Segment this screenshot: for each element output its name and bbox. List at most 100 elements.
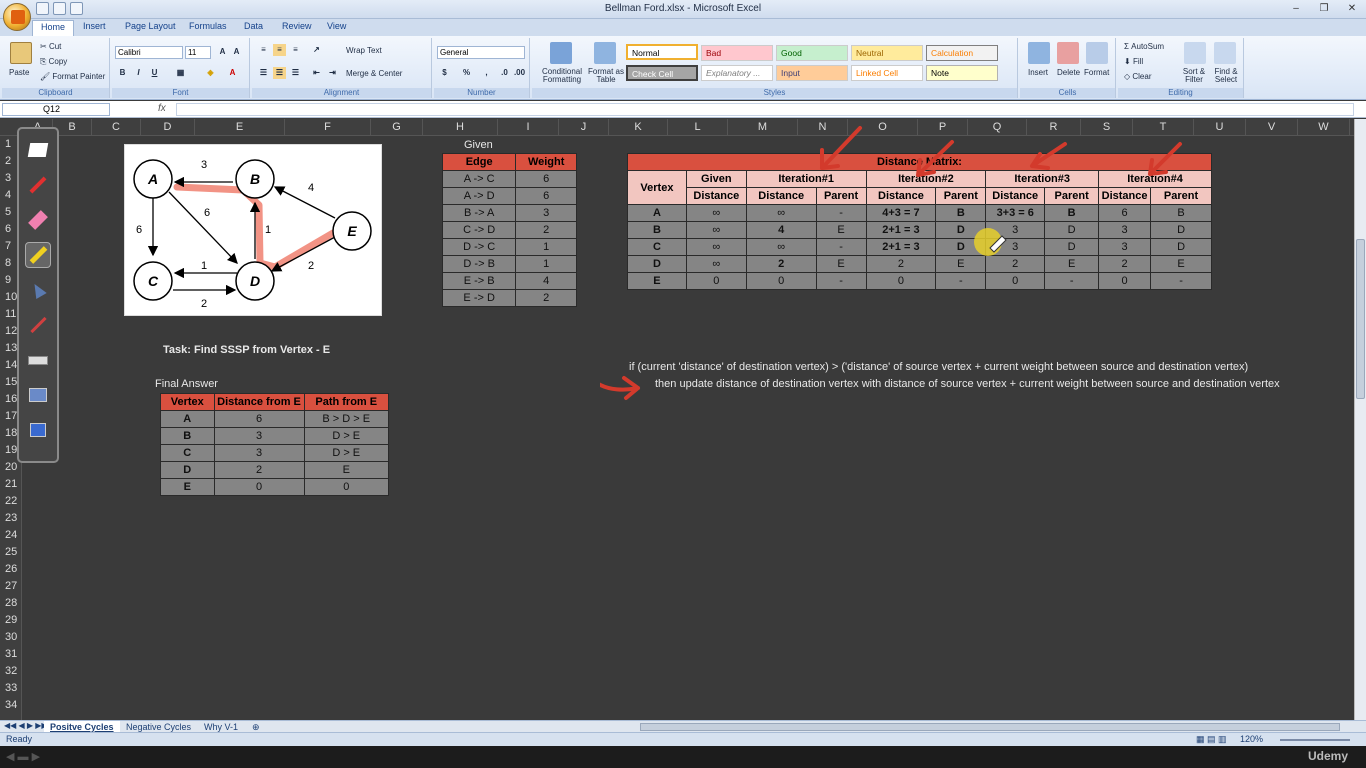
horizontal-scrollbar[interactable] bbox=[640, 723, 1340, 731]
fx-icon[interactable]: fx bbox=[158, 103, 166, 114]
keyboard-icon[interactable] bbox=[25, 347, 51, 373]
column-header-u[interactable]: U bbox=[1194, 119, 1246, 136]
column-header-v[interactable]: V bbox=[1246, 119, 1298, 136]
sheet-nav-icon[interactable]: ◀◀ ◀ ▶ ▶▶ bbox=[4, 721, 48, 730]
column-header-h[interactable]: H bbox=[423, 119, 498, 136]
row-header[interactable]: 25 bbox=[0, 544, 22, 561]
align-top-icon[interactable]: ≡ bbox=[257, 44, 270, 56]
row-header[interactable]: 23 bbox=[0, 510, 22, 527]
align-left-icon[interactable]: ☰ bbox=[257, 67, 270, 79]
insert-cells-icon[interactable] bbox=[1028, 42, 1050, 64]
tab-review[interactable]: Review bbox=[282, 21, 312, 31]
style-calculation[interactable]: Calculation bbox=[926, 45, 998, 61]
zoom-level[interactable]: 120% bbox=[1240, 734, 1263, 744]
autosum-button[interactable]: Σ AutoSum bbox=[1124, 42, 1164, 51]
italic-button[interactable]: I bbox=[132, 67, 145, 79]
column-header-i[interactable]: I bbox=[498, 119, 559, 136]
column-header-w[interactable]: W bbox=[1298, 119, 1350, 136]
select-pen-tool-icon[interactable] bbox=[25, 137, 51, 163]
row-header[interactable]: 21 bbox=[0, 476, 22, 493]
pointer-icon[interactable] bbox=[25, 277, 51, 303]
fill-button[interactable]: ⬇ Fill bbox=[1124, 57, 1143, 66]
paste-button[interactable]: Paste bbox=[9, 68, 29, 77]
row-header[interactable]: 34 bbox=[0, 697, 22, 714]
format-as-table-icon[interactable] bbox=[594, 42, 616, 64]
fill-color-icon[interactable]: ◈ bbox=[204, 67, 217, 79]
tab-formulas[interactable]: Formulas bbox=[189, 21, 227, 31]
delete-cells-button[interactable]: Delete bbox=[1057, 68, 1080, 77]
font-size-select[interactable]: 11 bbox=[185, 46, 211, 59]
align-middle-icon[interactable]: ≡ bbox=[273, 44, 286, 56]
restore-button[interactable]: ❐ bbox=[1310, 0, 1338, 17]
format-cells-button[interactable]: Format bbox=[1084, 68, 1109, 77]
currency-icon[interactable]: $ bbox=[438, 67, 451, 79]
insert-cells-button[interactable]: Insert bbox=[1028, 68, 1048, 77]
style-bad[interactable]: Bad bbox=[701, 45, 773, 61]
tab-insert[interactable]: Insert bbox=[83, 21, 106, 31]
tab-view[interactable]: View bbox=[327, 21, 346, 31]
tab-data[interactable]: Data bbox=[244, 21, 263, 31]
bold-button[interactable]: B bbox=[116, 67, 129, 79]
clear-button[interactable]: ◇ Clear bbox=[1124, 72, 1152, 81]
row-header[interactable]: 26 bbox=[0, 561, 22, 578]
delete-cells-icon[interactable] bbox=[1057, 42, 1079, 64]
paste-icon[interactable] bbox=[10, 42, 32, 64]
screen-capture-icon[interactable] bbox=[25, 417, 51, 443]
wrap-text-button[interactable]: Wrap Text bbox=[346, 46, 382, 55]
font-name-select[interactable]: Calibri bbox=[115, 46, 183, 59]
conditional-formatting-button[interactable]: Conditional Formatting bbox=[536, 68, 588, 84]
close-button[interactable]: ✕ bbox=[1338, 0, 1366, 17]
style-input[interactable]: Input bbox=[776, 65, 848, 81]
zoom-slider[interactable] bbox=[1280, 739, 1350, 741]
tab-home[interactable]: Home bbox=[32, 20, 75, 36]
vertical-scrollbar[interactable] bbox=[1354, 119, 1366, 720]
column-header-g[interactable]: G bbox=[371, 119, 423, 136]
underline-button[interactable]: U bbox=[148, 67, 161, 79]
row-header[interactable]: 32 bbox=[0, 663, 22, 680]
find-select-icon[interactable] bbox=[1214, 42, 1236, 64]
row-header[interactable]: 29 bbox=[0, 612, 22, 629]
decrease-decimal-icon[interactable]: .00 bbox=[513, 67, 526, 79]
row-header[interactable]: 33 bbox=[0, 680, 22, 697]
cut-button[interactable]: ✂ Cut bbox=[40, 42, 61, 51]
player-controls-icon[interactable]: ◀ ▬ ▶ bbox=[6, 750, 40, 763]
column-header-f[interactable]: F bbox=[285, 119, 371, 136]
row-header[interactable]: 22 bbox=[0, 493, 22, 510]
highlighter-icon[interactable] bbox=[25, 242, 51, 268]
name-box[interactable]: Q12 bbox=[2, 103, 110, 116]
sort-filter-button[interactable]: Sort & Filter bbox=[1178, 68, 1210, 84]
style-neutral[interactable]: Neutral bbox=[851, 45, 923, 61]
formula-input[interactable] bbox=[176, 103, 1354, 116]
orientation-icon[interactable]: ↗ bbox=[310, 44, 323, 56]
format-as-table-button[interactable]: Format as Table bbox=[586, 68, 626, 84]
column-header-e[interactable]: E bbox=[195, 119, 285, 136]
copy-button[interactable]: ⎘ Copy bbox=[40, 57, 67, 67]
style-linked-cell[interactable]: Linked Cell bbox=[851, 65, 923, 81]
column-header-c[interactable]: C bbox=[92, 119, 141, 136]
format-cells-icon[interactable] bbox=[1086, 42, 1108, 64]
minimize-button[interactable]: – bbox=[1282, 0, 1310, 17]
decrease-indent-icon[interactable]: ⇤ bbox=[310, 67, 323, 79]
style-note[interactable]: Note bbox=[926, 65, 998, 81]
style-explanatory[interactable]: Explanatory ... bbox=[701, 65, 773, 81]
find-select-button[interactable]: Find & Select bbox=[1210, 68, 1242, 84]
office-button[interactable] bbox=[3, 3, 31, 31]
row-header[interactable]: 30 bbox=[0, 629, 22, 646]
eraser-icon[interactable] bbox=[25, 207, 51, 233]
red-pen-icon[interactable] bbox=[25, 172, 51, 198]
tab-page-layout[interactable]: Page Layout bbox=[125, 21, 176, 31]
borders-icon[interactable]: ▦ bbox=[174, 67, 187, 79]
conditional-formatting-icon[interactable] bbox=[550, 42, 572, 64]
style-check-cell[interactable]: Check Cell bbox=[626, 65, 698, 81]
row-header[interactable]: 27 bbox=[0, 578, 22, 595]
align-right-icon[interactable]: ☰ bbox=[289, 67, 302, 79]
sort-filter-icon[interactable] bbox=[1184, 42, 1206, 64]
style-good[interactable]: Good bbox=[776, 45, 848, 61]
save-icon[interactable] bbox=[36, 2, 49, 15]
percent-icon[interactable]: % bbox=[460, 67, 473, 79]
format-painter-button[interactable]: 🖌 Format Painter bbox=[40, 72, 105, 81]
laser-pen-icon[interactable] bbox=[25, 312, 51, 338]
grow-font-icon[interactable]: A bbox=[216, 46, 229, 58]
shrink-font-icon[interactable]: A bbox=[230, 46, 243, 58]
number-format-select[interactable]: General bbox=[437, 46, 525, 59]
